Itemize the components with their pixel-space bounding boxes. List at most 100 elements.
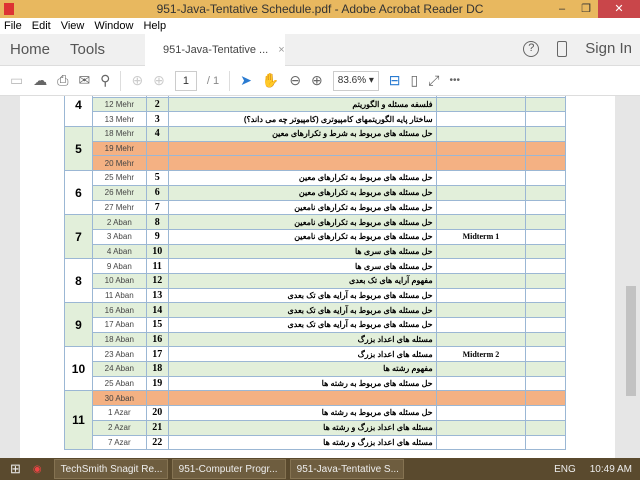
help-icon[interactable]: ?	[523, 40, 540, 57]
empty-cell	[525, 272, 566, 289]
taskbar-item-acrobat[interactable]: 951-Java-Tentative S...	[289, 459, 404, 479]
week-cell: 4	[64, 96, 93, 128]
session-number-cell: 15	[145, 317, 169, 333]
tab-document[interactable]: 951-Java-Tentative ... ×	[145, 33, 286, 66]
previous-page-icon[interactable]: ⊕	[131, 72, 143, 89]
exam-cell	[435, 199, 527, 216]
topic-cell: حل مسئله های مربوط به آرایه های تک بعدی	[167, 302, 437, 318]
empty-cell	[525, 302, 566, 318]
table-row: 11 Aban 13 حل مسئله های مربوط به آرایه های…	[65, 287, 566, 304]
menu-view[interactable]: View	[61, 20, 85, 32]
table-row: 27 Mehr 7 حل مسئله های مربوط به تکرارهای ن…	[65, 199, 566, 216]
topic-cell: ساختار پایه الگوریتمهای کامپیوتری (کامپی…	[167, 111, 437, 128]
document-viewer[interactable]: 411 Mehr1Course Overview (Course Princip…	[0, 96, 640, 458]
empty-cell	[525, 434, 566, 451]
upload-cloud-icon[interactable]: ☁	[33, 72, 47, 89]
topic-cell: حل مسئله های مربوط به رشته ها	[167, 375, 437, 392]
topic-cell: حل مسئله های مربوط به رشته ها	[167, 405, 437, 421]
date-cell: 25 Mehr	[91, 170, 147, 186]
exam-cell	[435, 287, 527, 304]
empty-cell	[525, 361, 566, 377]
table-row: 17 Aban 15 حل مسئله های مربوط به آرایه های…	[65, 317, 566, 333]
exam-cell	[435, 331, 527, 348]
session-number-cell	[145, 155, 169, 172]
empty-cell	[525, 96, 566, 113]
search-icon[interactable]: ⚲	[100, 72, 110, 89]
tab-tools[interactable]: Tools	[70, 41, 105, 58]
session-number-cell: 19	[145, 375, 169, 392]
exam-cell	[435, 243, 527, 260]
topic-cell: مسئله های اعداد بزرگ	[167, 331, 437, 348]
taskbar-item-folder[interactable]: 951-Computer Progr...	[171, 459, 286, 479]
zoom-select[interactable]: 83.6% ▾	[332, 70, 379, 91]
date-cell: 1 Azar	[91, 405, 147, 421]
empty-cell	[525, 419, 566, 436]
session-number-cell: 4	[145, 126, 169, 142]
zoom-in-icon[interactable]: ⊕	[311, 72, 323, 89]
date-cell: 16 Aban	[91, 302, 147, 318]
topic-cell	[167, 390, 437, 407]
empty-cell	[525, 243, 566, 260]
empty-cell	[525, 346, 566, 363]
save-icon[interactable]: ▭	[10, 72, 23, 89]
fit-page-icon[interactable]: ⊟	[389, 72, 401, 89]
zoom-out-icon[interactable]: ⊖	[289, 72, 301, 89]
vertical-scrollbar[interactable]	[622, 96, 640, 458]
empty-cell	[525, 317, 566, 333]
print-icon[interactable]: ⎙	[57, 72, 68, 89]
maximize-button[interactable]: ❐	[574, 0, 598, 18]
page-total: / 1	[206, 74, 220, 87]
start-icon[interactable]: ⊞	[10, 461, 21, 477]
full-screen-icon[interactable]: ⤢	[428, 72, 439, 89]
select-cursor-icon[interactable]: ➤	[240, 72, 252, 89]
scrollbar-thumb[interactable]	[626, 286, 636, 396]
close-button[interactable]: ✕	[598, 0, 640, 18]
menu-help[interactable]: Help	[143, 20, 166, 32]
email-icon[interactable]: ✉	[78, 72, 90, 89]
exam-cell	[435, 419, 527, 436]
topic-cell: حل مسئله های مربوط به تکرارهای نامعین	[167, 199, 437, 216]
exam-cell	[435, 170, 527, 186]
taskbar-label: 951-Java-Tentative S...	[296, 463, 399, 475]
exam-cell: Midterm 2	[435, 346, 527, 363]
minimize-button[interactable]: –	[550, 0, 574, 18]
empty-cell	[525, 405, 566, 421]
menu-edit[interactable]: Edit	[32, 20, 51, 32]
sign-in-link[interactable]: Sign In	[585, 40, 632, 57]
table-row: 25 Aban 19 حل مسئله های مربوط به رشته ها	[65, 375, 566, 392]
session-number-cell: 10	[145, 243, 169, 260]
page-number-input[interactable]: 1	[174, 70, 197, 91]
table-row: 2 Azar 21 مسئله های اعداد بزرگ و رشته ها	[65, 419, 566, 436]
date-cell: 2 Azar	[91, 419, 147, 436]
exam-cell	[435, 155, 527, 172]
empty-cell	[525, 375, 566, 392]
tab-home[interactable]: Home	[10, 41, 50, 58]
session-number-cell: 18	[145, 361, 169, 377]
mobile-icon[interactable]	[557, 40, 568, 57]
next-page-icon[interactable]: ⊕	[153, 72, 165, 89]
rotate-page-icon[interactable]: ▯	[411, 72, 419, 89]
taskbar: ⊞ ◉ TechSmith Snagit Re... 951-Computer …	[0, 458, 640, 480]
hand-tool-icon[interactable]: ✋	[262, 72, 279, 89]
date-cell: 4 Aban	[91, 243, 147, 260]
language-indicator[interactable]: ENG	[554, 464, 576, 475]
topic-cell: مسئله های اعداد بزرگ و رشته ها	[167, 419, 437, 436]
exam-cell	[435, 375, 527, 392]
taskbar-item-snagit[interactable]: TechSmith Snagit Re...	[53, 459, 168, 479]
clock[interactable]: 10:49 AM	[590, 464, 632, 475]
toolbar: ▭ ☁ ⎙ ✉ ⚲ ⊕ ⊕ 1 / 1 ➤ ✋ ⊖ ⊕ 83.6% ▾ ⊟ ▯ …	[0, 66, 640, 96]
menu-window[interactable]: Window	[94, 20, 133, 32]
menu-file[interactable]: File	[4, 20, 22, 32]
chrome-icon[interactable]: ◉	[33, 464, 42, 475]
more-tools-button[interactable]: •••	[449, 75, 460, 86]
table-row: 19 Mehr	[65, 140, 566, 157]
pdf-page: 411 Mehr1Course Overview (Course Princip…	[20, 96, 615, 458]
title-bar: 951-Java-Tentative Schedule.pdf - Adobe …	[0, 0, 640, 18]
topic-cell: فلسفه مسئله و الگوریتم	[167, 96, 437, 113]
table-row: 20 Mehr	[65, 155, 566, 172]
table-row: 6 25 Mehr 5 حل مسئله های مربوط به تکرارهای …	[64, 170, 566, 216]
date-cell: 20 Mehr	[91, 155, 147, 172]
tab-close-icon[interactable]: ×	[278, 44, 284, 56]
empty-cell	[525, 140, 566, 157]
table-row: 10 Aban 12 مفهوم آرایه های تک بعدی	[65, 272, 566, 289]
